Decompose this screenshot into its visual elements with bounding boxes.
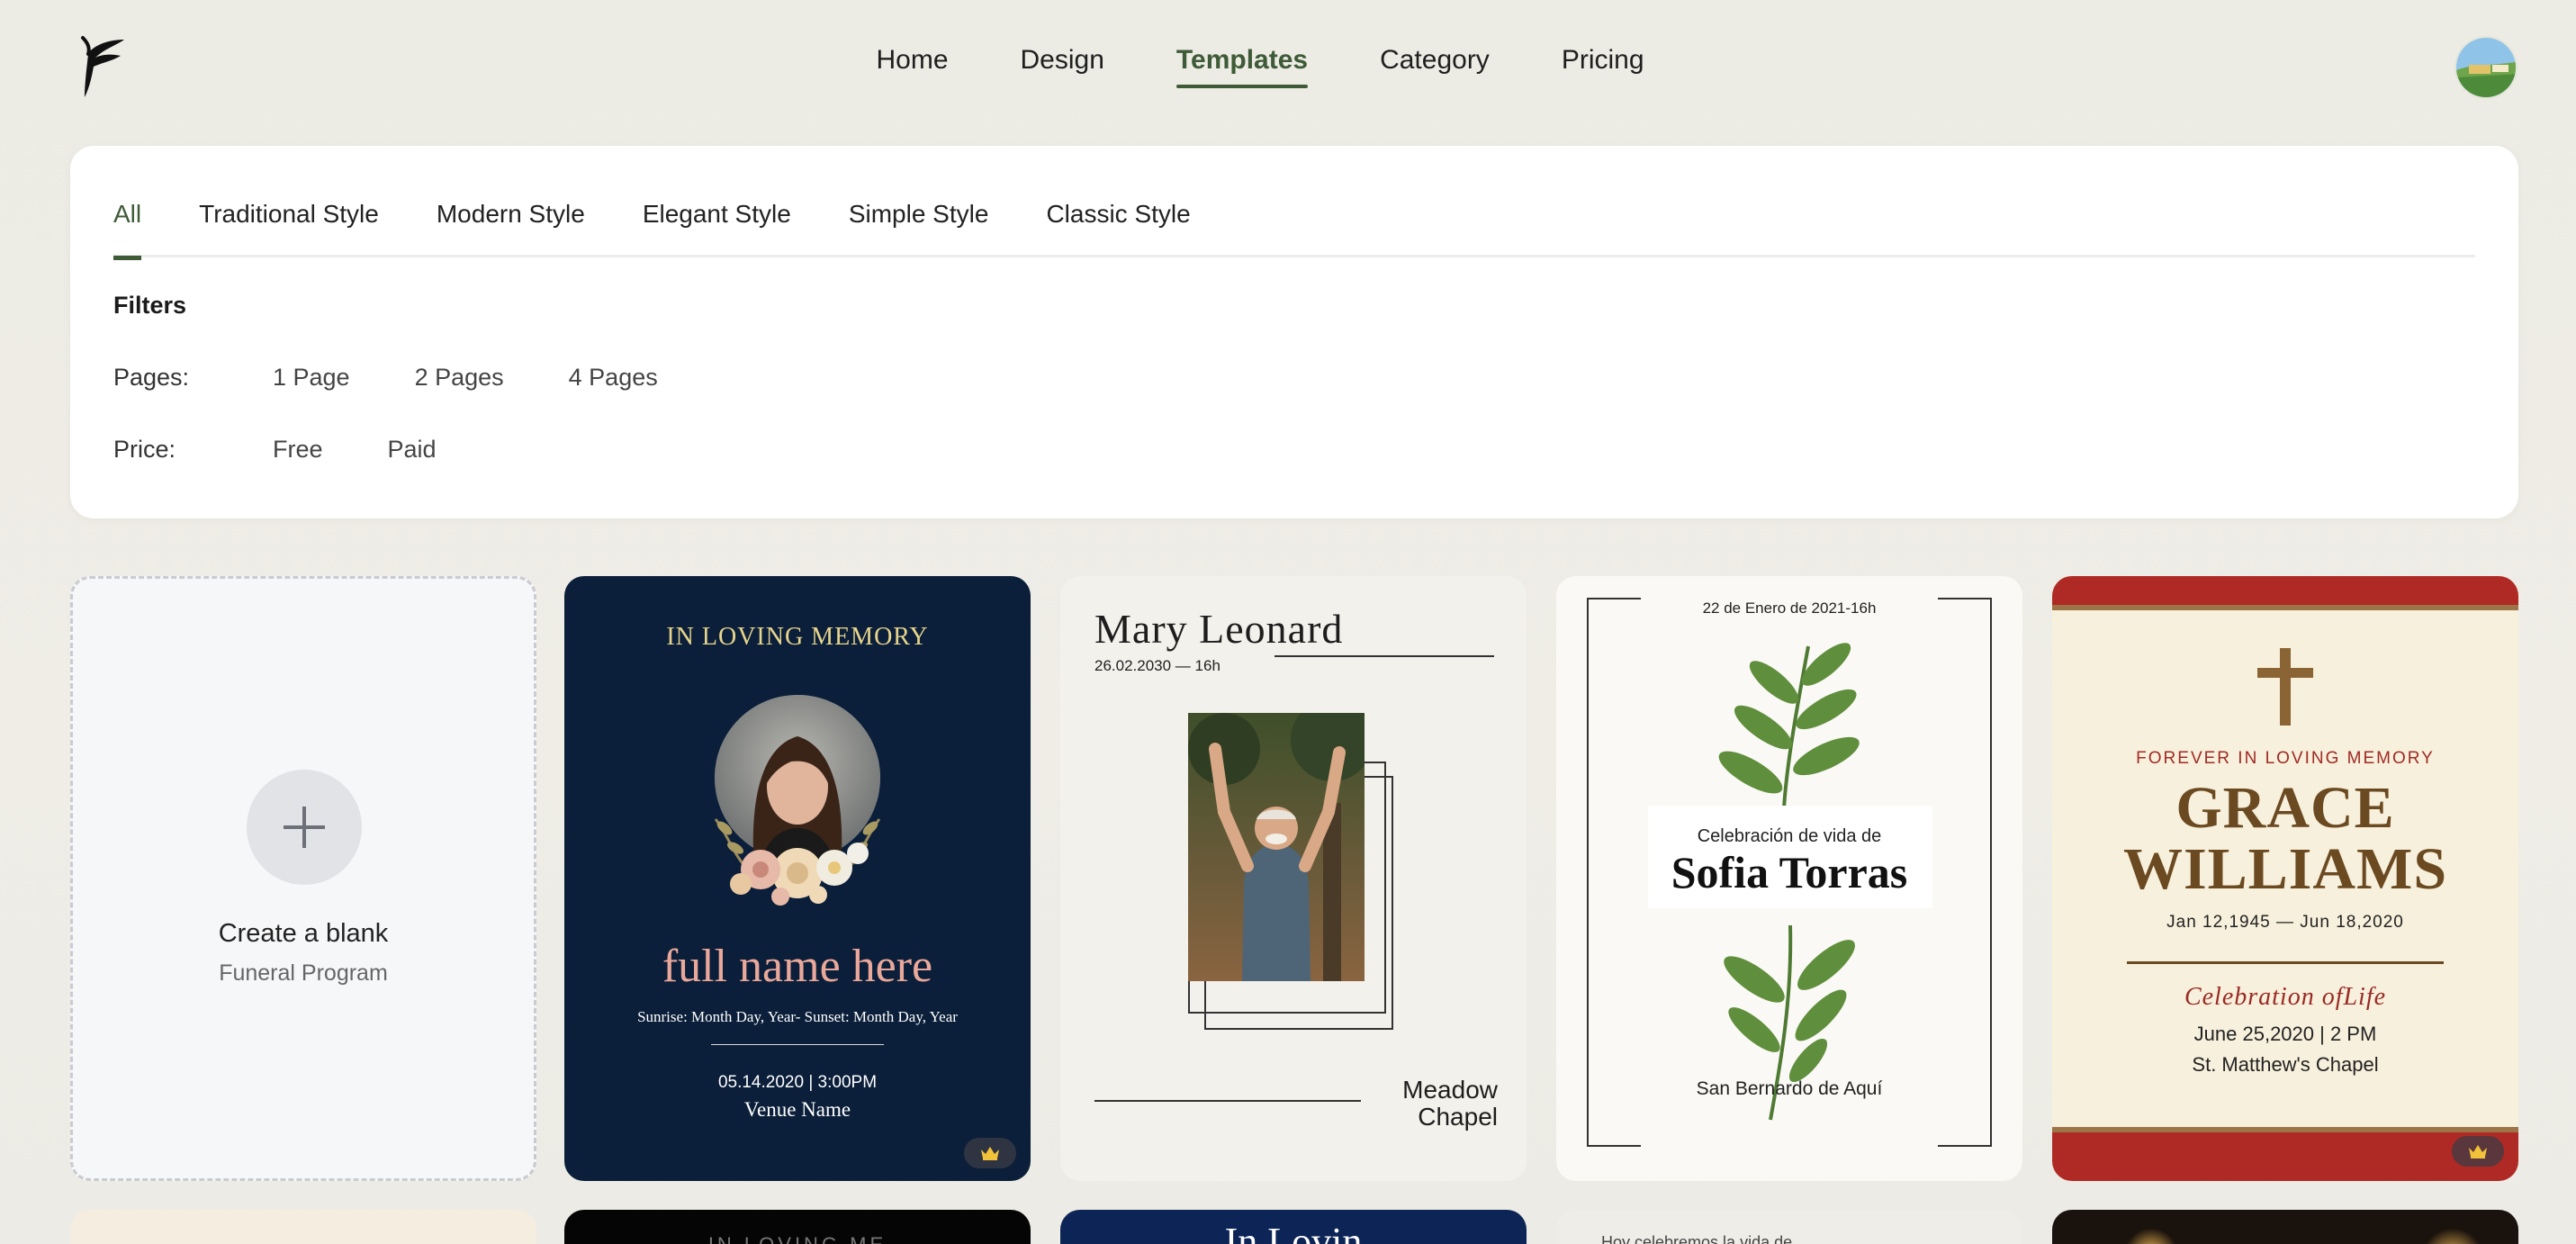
header-line [1274, 655, 1494, 657]
nav-home[interactable]: Home [876, 45, 948, 85]
divider [2127, 961, 2444, 964]
chapel-name: St. Matthew's Chapel [2192, 1053, 2379, 1076]
divider [711, 1044, 884, 1045]
chapel-line-2: Chapel [1418, 1103, 1498, 1131]
nav-design[interactable]: Design [1021, 45, 1104, 85]
name-line-2: WILLIAMS [2122, 836, 2448, 902]
candle-glow [2124, 1228, 2178, 1244]
tab-modern-style[interactable]: Modern Style [437, 200, 585, 257]
card-heading: IN LOVING ME [564, 1233, 1031, 1244]
style-tabs: All Traditional Style Modern Style Elega… [113, 200, 2475, 260]
top-band [2052, 576, 2518, 610]
price-option-paid[interactable]: Paid [388, 436, 437, 464]
forever-text: FOREVER IN LOVING MEMORY [2136, 749, 2435, 768]
pages-option-2[interactable]: 2 Pages [415, 364, 504, 392]
pages-filter-row: Pages: 1 Page 2 Pages 4 Pages [113, 364, 723, 392]
tab-elegant-style[interactable]: Elegant Style [643, 200, 791, 257]
template-card-navy-memory[interactable]: IN LOVING MEMORY full name here Sunrise:… [564, 576, 1031, 1181]
deceased-name: GRACE WILLIAMS [2052, 778, 2518, 900]
service-datetime: June 25,2020 | 2 PM [2193, 1023, 2377, 1045]
plus-icon[interactable] [247, 770, 362, 885]
chapel-line-1: Meadow [1402, 1076, 1498, 1104]
filter-panel: All Traditional Style Modern Style Elega… [70, 146, 2518, 518]
premium-crown-icon [2452, 1136, 2504, 1167]
chapel-name: Meadow Chapel [1402, 1077, 1498, 1131]
service-date: 26.02.2030 — 16h [1094, 657, 1220, 674]
footer-line [1094, 1100, 1361, 1102]
celebration-text: Celebration ofLife [2184, 983, 2387, 1011]
service-datetime: 05.14.2020 | 3:00PM [717, 1073, 878, 1092]
nav-pricing[interactable]: Pricing [1562, 45, 1644, 85]
template-card-mary-leonard[interactable]: Mary Leonard 26.02.2030 — 16h Meadow Cha… [1060, 576, 1527, 1181]
name-line-1: GRACE [2175, 775, 2395, 841]
tab-simple-style[interactable]: Simple Style [849, 200, 989, 257]
portrait-photo-image [1188, 713, 1365, 981]
template-card-row2-3[interactable]: In Lovin [1060, 1210, 1527, 1244]
card-heading: IN LOVING MEMORY [666, 623, 929, 651]
deceased-name: full name here [662, 941, 933, 992]
template-card-row2-4[interactable]: Hoy celebremos la vida de [1556, 1210, 2022, 1244]
price-filter-row: Price: Free Paid [113, 436, 501, 464]
main-nav: Home Design Templates Category Pricing [0, 45, 2576, 88]
price-label: Price: [113, 436, 176, 463]
filters-title: Filters [113, 292, 187, 319]
life-dates: Sunrise: Month Day, Year- Sunset: Month … [637, 1008, 958, 1025]
celebration-text: Celebración de vida de [1697, 826, 1882, 846]
user-avatar[interactable] [2454, 36, 2517, 99]
cross-icon [2257, 648, 2313, 726]
portrait-floral-image [698, 693, 897, 913]
template-card-sofia-torras[interactable]: 22 de Enero de 2021-16h Celebración de v… [1556, 576, 2022, 1181]
template-card-row2-1[interactable] [70, 1210, 536, 1244]
create-blank-subtitle: Funeral Program [219, 960, 388, 986]
tab-all[interactable]: All [113, 200, 142, 260]
premium-crown-icon [964, 1138, 1016, 1168]
bottom-band [2052, 1127, 2518, 1181]
service-date: 22 de Enero de 2021-16h [1702, 599, 1877, 617]
template-card-row2-5[interactable] [2052, 1210, 2518, 1244]
deceased-name: Mary Leonard [1094, 606, 1344, 652]
pages-label: Pages: [113, 364, 190, 391]
card-heading: Hoy celebremos la vida de [1601, 1233, 1793, 1244]
nav-templates[interactable]: Templates [1175, 45, 1309, 88]
pages-option-4[interactable]: 4 Pages [569, 364, 658, 392]
template-card-grace-williams[interactable]: FOREVER IN LOVING MEMORY GRACE WILLIAMS … [2052, 576, 2518, 1181]
create-blank-title: Create a blank [218, 919, 389, 948]
nav-category[interactable]: Category [1380, 45, 1490, 85]
candle-glow [2421, 1228, 2484, 1244]
venue-name: Venue Name [743, 1098, 851, 1121]
price-option-free[interactable]: Free [273, 436, 323, 464]
pages-option-1[interactable]: 1 Page [273, 364, 350, 392]
life-dates: Jan 12,1945 — Jun 18,2020 [2166, 913, 2404, 932]
service-location: San Bernardo de Aquí [1696, 1078, 1883, 1099]
tab-classic-style[interactable]: Classic Style [1046, 200, 1190, 257]
template-card-row2-2[interactable]: IN LOVING ME [564, 1210, 1031, 1244]
deceased-name: Sofia Torras [1671, 847, 1908, 897]
tab-traditional-style[interactable]: Traditional Style [199, 200, 379, 257]
create-blank-card[interactable]: Create a blank Funeral Program [70, 576, 536, 1181]
card-heading: In Lovin [1224, 1220, 1363, 1244]
